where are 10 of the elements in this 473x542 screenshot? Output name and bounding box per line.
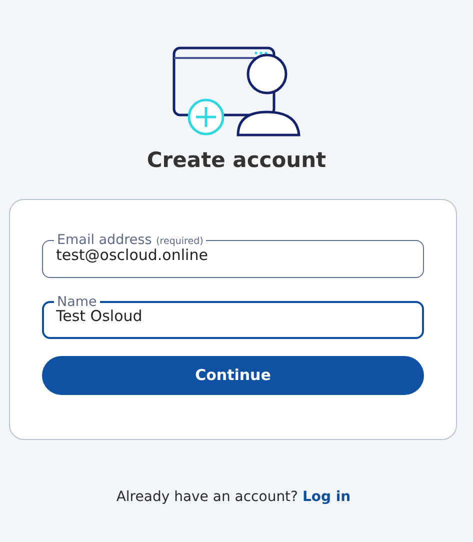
page-title: Create account: [146, 148, 326, 174]
account-add-icon: [172, 46, 302, 138]
required-hint: (required): [156, 236, 204, 248]
text-field[interactable]: Name Test Osloud: [42, 294, 424, 339]
field-label: Name: [57, 294, 97, 310]
continue-button[interactable]: Continue: [42, 356, 424, 395]
field-label: Email address: [57, 232, 152, 248]
text-field[interactable]: Email address (required) test@oscloud.online: [42, 233, 424, 278]
login-prompt: Already have an account?: [116, 488, 298, 505]
login-link[interactable]: Log in: [302, 488, 351, 505]
